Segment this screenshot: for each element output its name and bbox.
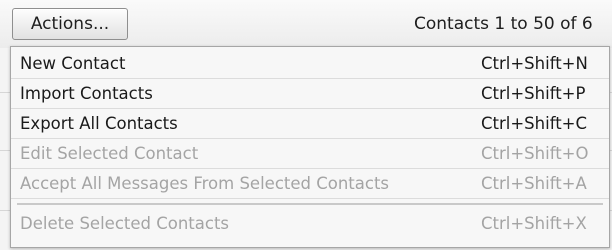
menu-item-label: New Contact [20,54,126,73]
contacts-count: Contacts 1 to 50 of 6 [414,14,593,34]
menu-item-label: Import Contacts [20,84,153,103]
menu-item-accept-all-messages: Accept All Messages From Selected Contac… [11,169,609,199]
toolbar: Actions... Contacts 1 to 50 of 6 [0,0,612,48]
menu-item-shortcut: Ctrl+Shift+N [481,54,588,73]
menu-item-shortcut: Ctrl+Shift+A [481,174,587,193]
menu-item-label: Delete Selected Contacts [20,214,230,233]
actions-button[interactable]: Actions... [12,8,128,40]
menu-item-new-contact[interactable]: New Contact Ctrl+Shift+N [11,49,609,79]
menu-item-shortcut: Ctrl+Shift+X [481,214,587,233]
menu-item-shortcut: Ctrl+Shift+C [481,114,588,133]
menu-item-label: Export All Contacts [20,114,178,133]
menu-item-import-contacts[interactable]: Import Contacts Ctrl+Shift+P [11,79,609,109]
menu-item-delete-selected-contacts: Delete Selected Contacts Ctrl+Shift+X [11,209,609,239]
menu-item-label: Edit Selected Contact [20,144,199,163]
menu-item-edit-selected-contact: Edit Selected Contact Ctrl+Shift+O [11,139,609,169]
menu-item-shortcut: Ctrl+Shift+P [481,84,586,103]
menu-item-shortcut: Ctrl+Shift+O [481,144,589,163]
actions-menu: New Contact Ctrl+Shift+N Import Contacts… [10,46,610,248]
menu-separator [17,203,603,205]
menu-item-export-all-contacts[interactable]: Export All Contacts Ctrl+Shift+C [11,109,609,139]
menu-item-label: Accept All Messages From Selected Contac… [20,174,390,193]
